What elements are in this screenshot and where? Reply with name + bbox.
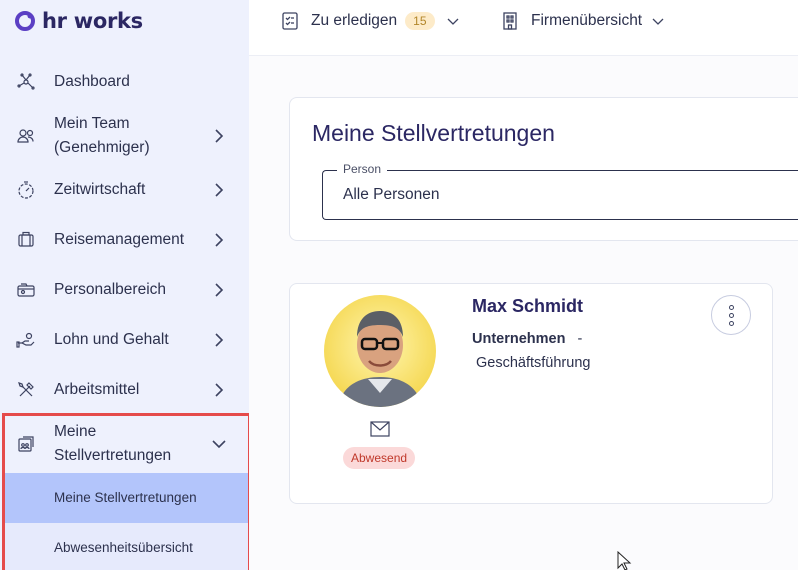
sidebar-item-label: Dashboard bbox=[54, 73, 130, 90]
sidebar-subitem-abwesenheitsuebersicht[interactable]: Abwesenheitsübersicht bbox=[5, 523, 248, 570]
person-photo-icon bbox=[324, 295, 436, 407]
sidebar-item-label: Reisemanagement bbox=[54, 231, 185, 248]
sidebar-subitem-label: Abwesenheitsübersicht bbox=[54, 540, 193, 555]
sidebar: hr works Dashboard Mein Team (Genehmiger… bbox=[0, 0, 251, 570]
more-options-button[interactable] bbox=[711, 295, 751, 335]
person-select-value: Alle Personen bbox=[343, 186, 440, 203]
mail-icon[interactable] bbox=[370, 421, 390, 437]
suitcase-icon bbox=[15, 229, 37, 251]
company-overview-menu[interactable]: Firmenübersicht bbox=[501, 0, 664, 42]
checklist-icon bbox=[282, 12, 298, 30]
chevron-right-icon bbox=[212, 333, 226, 347]
avatar bbox=[324, 295, 436, 407]
sidebar-subitem-meine-stellvertretungen[interactable]: Meine Stellvertretungen bbox=[5, 473, 248, 523]
substitute-card: Abwesend Max Schmidt Unternehmen - Gesch… bbox=[289, 283, 773, 504]
filter-card: Meine Stellvertretungen Person Alle Pers… bbox=[289, 97, 798, 241]
tools-icon bbox=[15, 379, 37, 401]
todo-label: Zu erledigen bbox=[311, 12, 398, 29]
logo-mark-icon bbox=[15, 11, 35, 31]
sidebar-item-label: Lohn und Gehalt bbox=[54, 331, 169, 348]
sidebar-item-lohn-und-gehalt[interactable]: Lohn und Gehalt bbox=[0, 328, 249, 352]
chevron-down-icon bbox=[447, 18, 458, 25]
chevron-right-icon bbox=[212, 383, 226, 397]
person-name[interactable]: Max Schmidt bbox=[472, 296, 583, 317]
sidebar-item-reisemanagement[interactable]: Reisemanagement bbox=[0, 228, 249, 252]
sidebar-item-label: Zeitwirtschaft bbox=[54, 181, 146, 198]
logo-text: hr works bbox=[42, 9, 143, 33]
team-icon bbox=[15, 125, 37, 147]
dot-icon bbox=[728, 312, 734, 318]
building-icon bbox=[503, 12, 517, 30]
dot-icon bbox=[728, 304, 734, 310]
chevron-down-icon bbox=[212, 437, 226, 451]
dot-icon bbox=[728, 320, 734, 326]
page-title: Meine Stellvertretungen bbox=[312, 120, 555, 146]
chevron-down-icon bbox=[652, 18, 664, 25]
chevron-right-icon bbox=[212, 283, 226, 297]
company-overview-label: Firmenübersicht bbox=[531, 12, 643, 29]
company-name: Unternehmen bbox=[472, 331, 566, 347]
sidebar-item-mein-team[interactable]: Mein Team (Genehmiger) bbox=[0, 112, 249, 160]
sidebar-item-personalbereich[interactable]: Personalbereich bbox=[0, 278, 249, 302]
stopwatch-icon bbox=[15, 179, 37, 201]
hand-money-icon bbox=[15, 329, 37, 351]
sidebar-item-label: Personalbereich bbox=[54, 281, 167, 298]
person-company: Unternehmen - bbox=[472, 331, 582, 347]
chevron-right-icon bbox=[212, 129, 226, 143]
company-separator: - bbox=[577, 331, 583, 347]
sidebar-item-arbeitsmittel[interactable]: Arbeitsmittel bbox=[0, 378, 249, 402]
sidebar-item-dashboard[interactable]: Dashboard bbox=[0, 70, 249, 94]
sidebar-item-meine-stellvertretungen[interactable]: Meine Stellvertretungen bbox=[0, 420, 249, 468]
person-select-legend: Person bbox=[337, 162, 388, 176]
mouse-cursor-icon bbox=[617, 551, 632, 570]
sidebar-item-zeitwirtschaft[interactable]: Zeitwirtschaft bbox=[0, 178, 249, 202]
top-bar: Zu erledigen 15 Firmenübersicht bbox=[249, 0, 798, 56]
todo-count-badge: 15 bbox=[405, 12, 435, 30]
dashboard-icon bbox=[15, 71, 37, 93]
sidebar-subitem-label: Meine Stellvertretungen bbox=[54, 490, 197, 505]
chevron-right-icon bbox=[212, 183, 226, 197]
main-content: Meine Stellvertretungen Person Alle Pers… bbox=[249, 56, 798, 570]
chevron-right-icon bbox=[212, 233, 226, 247]
sidebar-item-label: Mein Team (Genehmiger) bbox=[54, 115, 150, 156]
substitution-icon bbox=[15, 433, 37, 455]
hrworks-logo[interactable]: hr works bbox=[14, 9, 143, 33]
status-badge: Abwesend bbox=[343, 447, 416, 469]
person-select[interactable]: Person Alle Personen bbox=[322, 162, 798, 220]
person-department: Geschäftsführung bbox=[476, 355, 591, 371]
sidebar-item-label: Arbeitsmittel bbox=[54, 381, 140, 398]
todo-menu[interactable]: Zu erledigen 15 bbox=[281, 0, 459, 42]
sidebar-item-label: Meine Stellvertretungen bbox=[54, 423, 172, 464]
personnel-icon bbox=[15, 279, 37, 301]
